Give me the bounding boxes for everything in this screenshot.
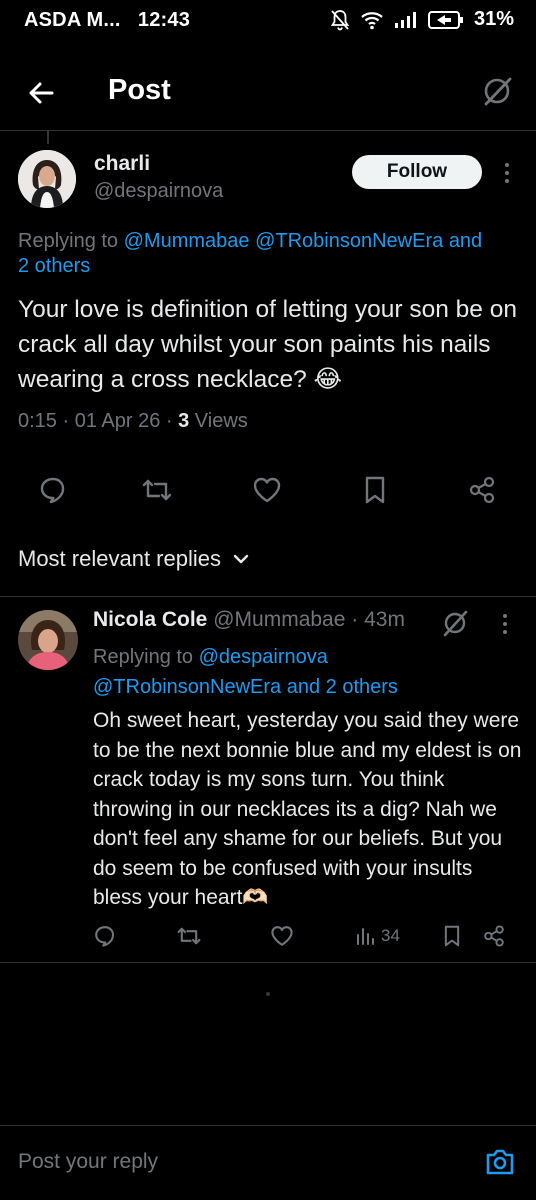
reply-sort-dropdown[interactable]: Most relevant replies xyxy=(18,546,249,572)
more-options-icon[interactable] xyxy=(505,163,509,183)
composer-divider xyxy=(0,1125,536,1126)
post-timestamp: 0:15 · 01 Apr 26 · xyxy=(18,410,179,432)
views-icon xyxy=(357,928,374,945)
follow-button[interactable]: Follow xyxy=(352,155,482,189)
reply-divider xyxy=(0,962,536,963)
reply-icon xyxy=(40,477,65,504)
replying-to-prefix: Replying to xyxy=(18,230,124,252)
reply-views-button[interactable]: 34 xyxy=(355,920,400,952)
share-button[interactable] xyxy=(462,470,502,510)
reply-author-name[interactable]: Nicola Cole xyxy=(93,608,207,631)
mention-link[interactable]: @Mummabae xyxy=(124,230,250,252)
grok-icon[interactable] xyxy=(440,608,470,638)
share-icon xyxy=(469,476,495,504)
sort-label: Most relevant replies xyxy=(18,546,221,571)
like-icon xyxy=(253,477,281,503)
bookmark-button[interactable] xyxy=(355,470,395,510)
replying-others-link[interactable]: 2 others xyxy=(18,255,90,278)
reply-button[interactable] xyxy=(33,470,73,510)
section-divider xyxy=(0,596,536,597)
share-icon xyxy=(484,925,504,947)
like-icon xyxy=(271,926,293,946)
reply-icon xyxy=(95,926,115,947)
mention-link[interactable]: @TRobinsonNewEra xyxy=(255,230,443,252)
post-text: Your love is definition of letting your … xyxy=(18,296,517,393)
page-title: Post xyxy=(108,74,171,106)
reply-view-count: 34 xyxy=(381,926,400,945)
battery-icon xyxy=(427,10,463,29)
reply-more-options-icon[interactable] xyxy=(503,614,507,634)
like-button[interactable] xyxy=(247,470,287,510)
replying-to-line: Replying to @Mummabae @TRobinsonNewEra a… xyxy=(18,226,536,256)
replying-to-prefix: Replying to xyxy=(93,646,199,668)
grok-icon[interactable] xyxy=(480,74,514,108)
repost-button[interactable] xyxy=(137,470,177,510)
bookmark-icon xyxy=(365,476,385,504)
avatar[interactable] xyxy=(18,150,76,208)
avatar[interactable] xyxy=(18,610,78,670)
loading-dot xyxy=(266,992,270,996)
camera-icon[interactable] xyxy=(484,1147,516,1177)
signal-icon xyxy=(394,11,416,28)
status-bar: ASDA M... 12:43 31% xyxy=(0,0,536,42)
status-left: ASDA M... 12:43 xyxy=(24,9,190,32)
reply-header: Nicola Cole @Mummabae · 43m xyxy=(93,608,405,632)
reply-like-button[interactable] xyxy=(270,920,294,952)
header-divider xyxy=(0,130,536,131)
clock: 12:43 xyxy=(137,9,191,31)
bookmark-icon xyxy=(444,925,460,947)
reply-replying-to: Replying to @despairnova xyxy=(93,642,328,672)
reply-reply-button[interactable] xyxy=(93,920,117,952)
battery-percent: 31% xyxy=(473,8,514,30)
thread-connector xyxy=(47,130,49,144)
reply-text: Oh sweet heart, yesterday you said they … xyxy=(93,709,522,909)
reply-share-button[interactable] xyxy=(482,920,506,952)
repost-icon xyxy=(142,479,172,501)
chevron-down-icon xyxy=(233,554,249,564)
author-photo xyxy=(18,150,76,208)
post-meta: 0:15 · 01 Apr 26 · 3 Views xyxy=(18,410,248,433)
reply-age: · 43m xyxy=(345,608,405,631)
carrier-name: ASDA M... xyxy=(24,9,121,31)
arrow-left-icon[interactable] xyxy=(24,76,58,110)
reply-author-photo xyxy=(18,610,78,670)
mention-link-tail[interactable]: and xyxy=(449,230,482,252)
reply-author-handle[interactable]: @Mummabae xyxy=(213,608,345,631)
reply-composer-input[interactable]: Post your reply xyxy=(18,1150,158,1174)
reply-bookmark-button[interactable] xyxy=(442,920,462,952)
mention-link[interactable]: @despairnova xyxy=(199,646,328,668)
repost-icon xyxy=(177,927,201,945)
author-name[interactable]: charli xyxy=(94,152,150,176)
mute-bell-icon xyxy=(330,9,350,30)
post-action-bar xyxy=(0,470,536,510)
status-right: 31% xyxy=(330,8,514,31)
view-count: 3 xyxy=(178,410,190,432)
views-label: Views xyxy=(189,410,248,432)
mention-link[interactable]: @TRobinsonNewEra and 2 others xyxy=(93,672,398,702)
reply-repost-button[interactable] xyxy=(176,920,202,952)
top-app-bar: Post xyxy=(0,60,536,130)
author-handle[interactable]: @despairnova xyxy=(94,180,223,203)
wifi-icon xyxy=(361,11,383,29)
